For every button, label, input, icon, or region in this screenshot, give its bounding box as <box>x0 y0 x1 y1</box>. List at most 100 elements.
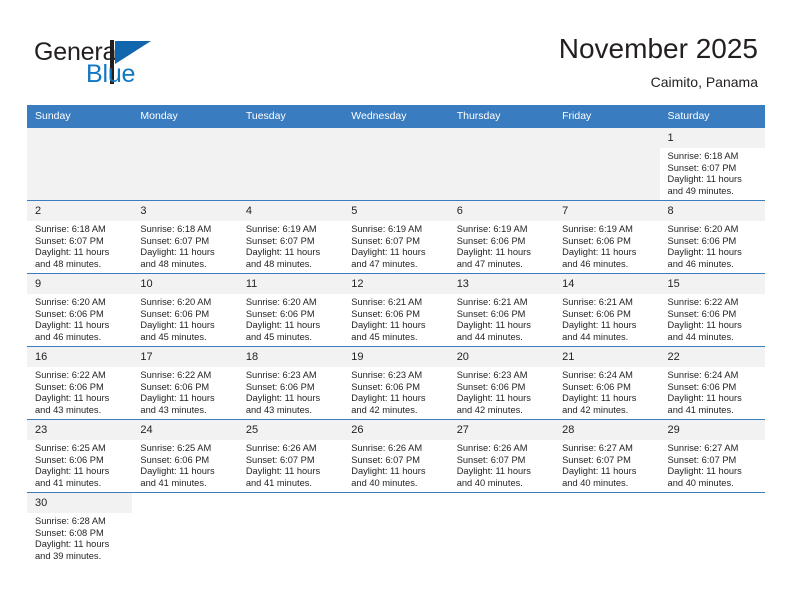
calendar-day-cell[interactable]: 11 Sunrise: 6:20 AM Sunset: 6:06 PM Dayligh… <box>237 273 344 347</box>
day-number: 18 <box>237 347 344 367</box>
sunrise-text: Sunrise: 6:26 AM <box>245 443 317 453</box>
daylight-text-line1: Daylight: 11 hours <box>456 466 531 477</box>
calendar-day-cell[interactable]: 16 Sunrise: 6:22 AM Sunset: 6:06 PM Dayligh… <box>27 346 133 420</box>
sunrise-text: Sunrise: 6:27 AM <box>667 443 739 453</box>
calendar-week-row: 9 Sunrise: 6:20 AM Sunset: 6:06 PM Daylight… <box>27 273 765 347</box>
daylight-text-line2: and 43 minutes. <box>35 404 102 415</box>
calendar-day-cell[interactable]: 15 Sunrise: 6:22 AM Sunset: 6:06 PM Dayligh… <box>659 273 765 347</box>
sunset-text: Sunset: 6:07 PM <box>245 235 315 246</box>
sunset-text: Sunset: 6:06 PM <box>351 381 420 392</box>
sunset-text: Sunset: 6:08 PM <box>35 527 104 538</box>
daylight-text-line1: Daylight: 11 hours <box>456 320 531 331</box>
daylight-text-line2: and 48 minutes. <box>140 258 207 269</box>
calendar-day-cell[interactable]: 21 Sunrise: 6:24 AM Sunset: 6:06 PM Dayligh… <box>554 346 660 420</box>
calendar-day-cell[interactable]: 17 Sunrise: 6:22 AM Sunset: 6:06 PM Dayligh… <box>132 346 238 420</box>
weekday-header-saturday: Saturday <box>659 105 765 128</box>
logo-text-blue: Blue <box>86 60 136 88</box>
calendar-day-cell[interactable]: 18 Sunrise: 6:23 AM Sunset: 6:06 PM Dayligh… <box>237 346 344 420</box>
page-subtitle: Caimito, Panama <box>650 74 758 90</box>
daylight-text-line2: and 46 minutes. <box>562 258 629 269</box>
day-number: 20 <box>448 347 555 367</box>
daylight-text-line2: and 40 minutes. <box>456 477 523 488</box>
day-number: 28 <box>554 420 660 440</box>
calendar-day-cell[interactable]: 7 Sunrise: 6:19 AM Sunset: 6:06 PM Daylight… <box>554 200 660 274</box>
calendar-day-cell[interactable]: 26 Sunrise: 6:26 AM Sunset: 6:07 PM Dayligh… <box>343 419 449 493</box>
sunset-text: Sunset: 6:07 PM <box>351 454 420 465</box>
calendar-day-cell[interactable]: 25 Sunrise: 6:26 AM Sunset: 6:07 PM Dayligh… <box>237 419 344 493</box>
calendar-day-cell[interactable]: 6 Sunrise: 6:19 AM Sunset: 6:06 PM Daylight… <box>448 200 555 274</box>
weekday-header-sunday: Sunday <box>27 105 133 128</box>
sunrise-text: Sunrise: 6:22 AM <box>140 370 212 380</box>
calendar-week-row: 16 Sunrise: 6:22 AM Sunset: 6:06 PM Dayligh… <box>27 346 765 420</box>
daylight-text-line1: Daylight: 11 hours <box>140 393 215 404</box>
calendar-day-cell[interactable]: 29 Sunrise: 6:27 AM Sunset: 6:07 PM Dayligh… <box>659 419 765 493</box>
calendar-day-cell[interactable]: 22 Sunrise: 6:24 AM Sunset: 6:06 PM Dayligh… <box>659 346 765 420</box>
empty-daynum-band <box>343 128 449 148</box>
sunset-text: Sunset: 6:06 PM <box>562 235 631 246</box>
daylight-text-line2: and 46 minutes. <box>35 331 102 342</box>
day-details: Sunrise: 6:25 AM Sunset: 6:06 PM Daylight:… <box>27 440 132 489</box>
calendar-day-cell[interactable]: 2 Sunrise: 6:18 AM Sunset: 6:07 PM Daylight… <box>27 200 133 274</box>
sunrise-text: Sunrise: 6:24 AM <box>667 370 739 380</box>
weekday-header-thursday: Thursday <box>448 105 555 128</box>
sunrise-text: Sunrise: 6:27 AM <box>562 443 633 453</box>
calendar-day-cell[interactable]: 28 Sunrise: 6:27 AM Sunset: 6:07 PM Dayligh… <box>554 419 660 493</box>
calendar-cell-empty <box>237 128 344 201</box>
calendar-day-cell[interactable]: 20 Sunrise: 6:23 AM Sunset: 6:06 PM Dayligh… <box>448 346 555 420</box>
day-details: Sunrise: 6:19 AM Sunset: 6:06 PM Daylight:… <box>449 221 554 270</box>
day-number: 8 <box>659 201 765 221</box>
sunrise-text: Sunrise: 6:23 AM <box>456 370 528 380</box>
calendar-day-cell[interactable]: 3 Sunrise: 6:18 AM Sunset: 6:07 PM Daylight… <box>132 200 238 274</box>
calendar-cell-empty <box>659 492 765 565</box>
calendar-day-cell[interactable]: 8 Sunrise: 6:20 AM Sunset: 6:06 PM Daylight… <box>659 200 765 274</box>
empty-daynum-band <box>554 128 660 148</box>
calendar-day-cell[interactable]: 14 Sunrise: 6:21 AM Sunset: 6:06 PM Dayligh… <box>554 273 660 347</box>
day-number: 2 <box>27 201 133 221</box>
weekday-header-tuesday: Tuesday <box>237 105 344 128</box>
daylight-text-line2: and 41 minutes. <box>35 477 102 488</box>
day-number: 6 <box>448 201 555 221</box>
calendar-day-cell[interactable]: 13 Sunrise: 6:21 AM Sunset: 6:06 PM Dayligh… <box>448 273 555 347</box>
sunrise-text: Sunrise: 6:22 AM <box>35 370 106 380</box>
calendar-day-cell[interactable]: 4 Sunrise: 6:19 AM Sunset: 6:07 PM Daylight… <box>237 200 344 274</box>
page-header: General Blue November 2025 Caimito, Pana… <box>0 0 792 100</box>
sunrise-text: Sunrise: 6:21 AM <box>562 297 633 307</box>
calendar-day-cell[interactable]: 30 Sunrise: 6:28 AM Sunset: 6:08 PM Dayligh… <box>27 492 133 565</box>
calendar-day-cell[interactable]: 12 Sunrise: 6:21 AM Sunset: 6:06 PM Dayligh… <box>343 273 449 347</box>
day-number: 21 <box>554 347 660 367</box>
day-number: 26 <box>343 420 449 440</box>
day-details: Sunrise: 6:18 AM Sunset: 6:07 PM Daylight:… <box>132 221 237 270</box>
calendar-day-cell[interactable]: 23 Sunrise: 6:25 AM Sunset: 6:06 PM Dayligh… <box>27 419 133 493</box>
calendar-day-cell[interactable]: 27 Sunrise: 6:26 AM Sunset: 6:07 PM Dayligh… <box>448 419 555 493</box>
title-block: November 2025 Caimito, Panama <box>559 32 758 92</box>
daylight-text-line2: and 40 minutes. <box>562 477 629 488</box>
daylight-text-line2: and 45 minutes. <box>245 331 312 342</box>
sunrise-text: Sunrise: 6:26 AM <box>456 443 528 453</box>
calendar-cell-empty <box>343 128 449 201</box>
calendar-day-cell[interactable]: 1 Sunrise: 6:18 AM Sunset: 6:07 PM Daylight… <box>659 128 765 201</box>
calendar-day-cell[interactable]: 5 Sunrise: 6:19 AM Sunset: 6:07 PM Daylight… <box>343 200 449 274</box>
day-details: Sunrise: 6:21 AM Sunset: 6:06 PM Daylight:… <box>449 294 554 343</box>
day-number: 27 <box>448 420 555 440</box>
sunset-text: Sunset: 6:06 PM <box>245 381 315 392</box>
day-details: Sunrise: 6:22 AM Sunset: 6:06 PM Daylight:… <box>132 367 237 416</box>
daylight-text-line1: Daylight: 11 hours <box>562 247 637 258</box>
calendar-day-cell[interactable]: 9 Sunrise: 6:20 AM Sunset: 6:06 PM Daylight… <box>27 273 133 347</box>
day-details: Sunrise: 6:20 AM Sunset: 6:06 PM Daylight:… <box>660 221 765 270</box>
day-number: 24 <box>132 420 238 440</box>
calendar-day-cell[interactable]: 24 Sunrise: 6:25 AM Sunset: 6:06 PM Dayligh… <box>132 419 238 493</box>
daylight-text-line2: and 47 minutes. <box>351 258 418 269</box>
calendar-day-cell[interactable]: 19 Sunrise: 6:23 AM Sunset: 6:06 PM Dayligh… <box>343 346 449 420</box>
day-number: 9 <box>27 274 133 294</box>
calendar-cell-empty <box>554 128 660 201</box>
sunrise-text: Sunrise: 6:18 AM <box>667 151 739 161</box>
sunrise-text: Sunrise: 6:20 AM <box>667 224 739 234</box>
day-number: 30 <box>27 493 133 513</box>
general-blue-logo[interactable]: General Blue <box>34 38 224 90</box>
daylight-text-line2: and 45 minutes. <box>140 331 207 342</box>
calendar-day-cell[interactable]: 10 Sunrise: 6:20 AM Sunset: 6:06 PM Dayligh… <box>132 273 238 347</box>
sunset-text: Sunset: 6:07 PM <box>351 235 420 246</box>
daylight-text-line1: Daylight: 11 hours <box>456 247 531 258</box>
daylight-text-line1: Daylight: 11 hours <box>35 466 110 477</box>
daylight-text-line1: Daylight: 11 hours <box>667 320 742 331</box>
